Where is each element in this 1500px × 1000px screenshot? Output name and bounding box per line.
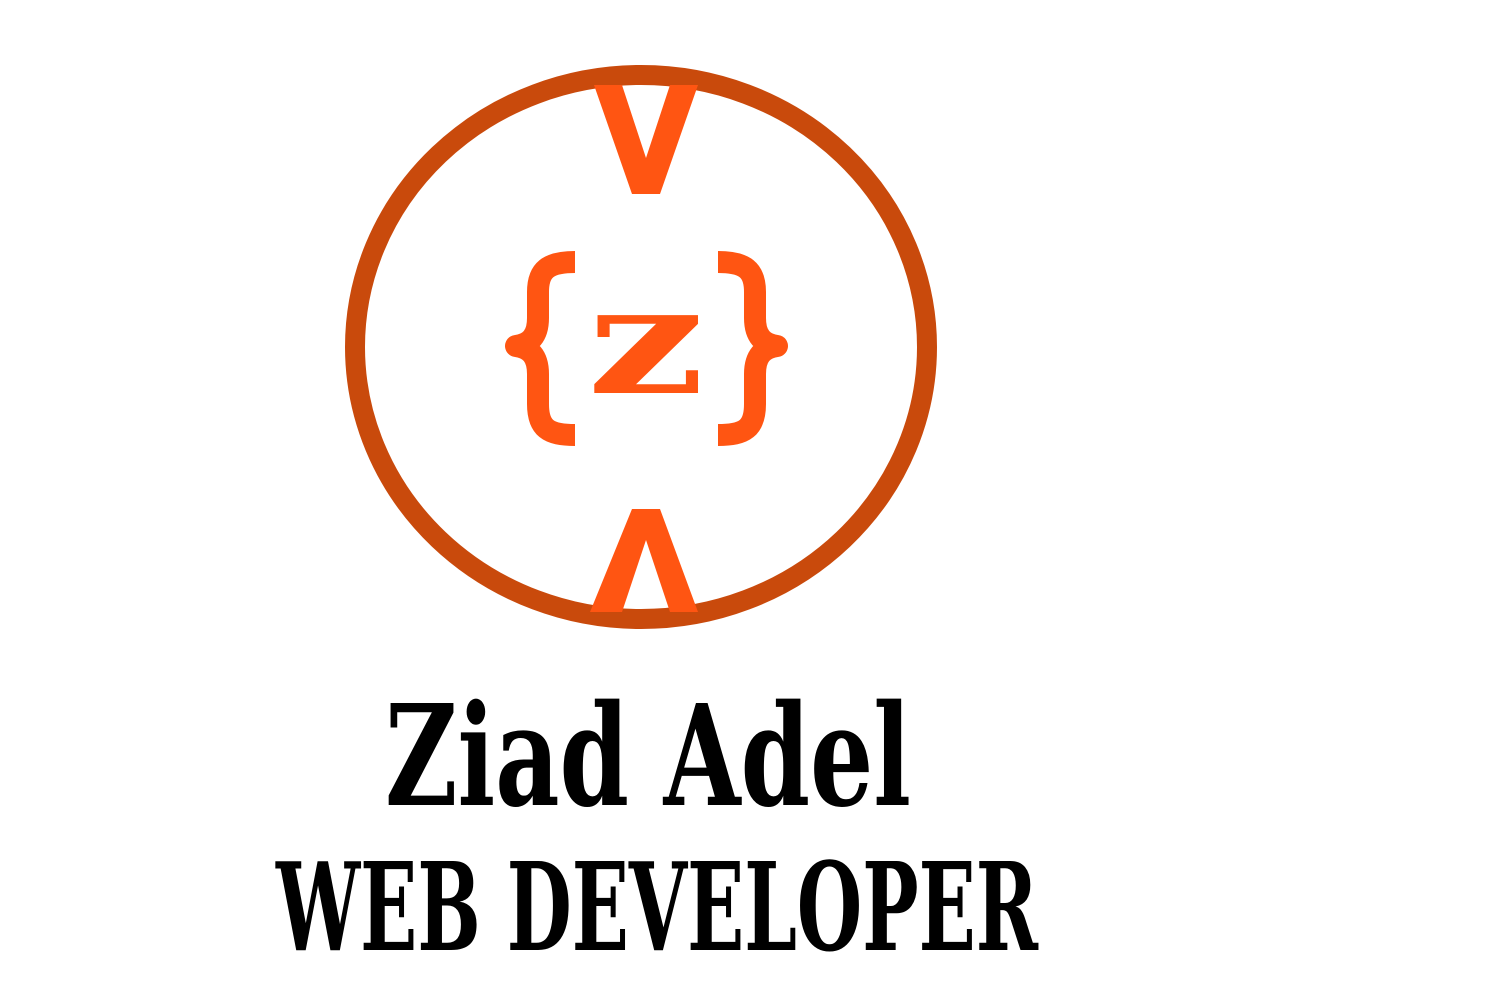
logo-letter: z xyxy=(587,253,705,429)
open-brace-icon xyxy=(505,251,576,446)
down-chevron-icon xyxy=(594,85,698,194)
logo-graphic: z Ziad Adel WEB DEVELOPER xyxy=(275,65,1039,979)
close-brace-icon xyxy=(717,251,788,446)
job-title: WEB DEVELOPER xyxy=(275,835,1039,979)
up-chevron-icon xyxy=(590,509,698,612)
logo-page: z Ziad Adel WEB DEVELOPER xyxy=(0,0,1500,1000)
person-name: Ziad Adel xyxy=(385,675,911,839)
